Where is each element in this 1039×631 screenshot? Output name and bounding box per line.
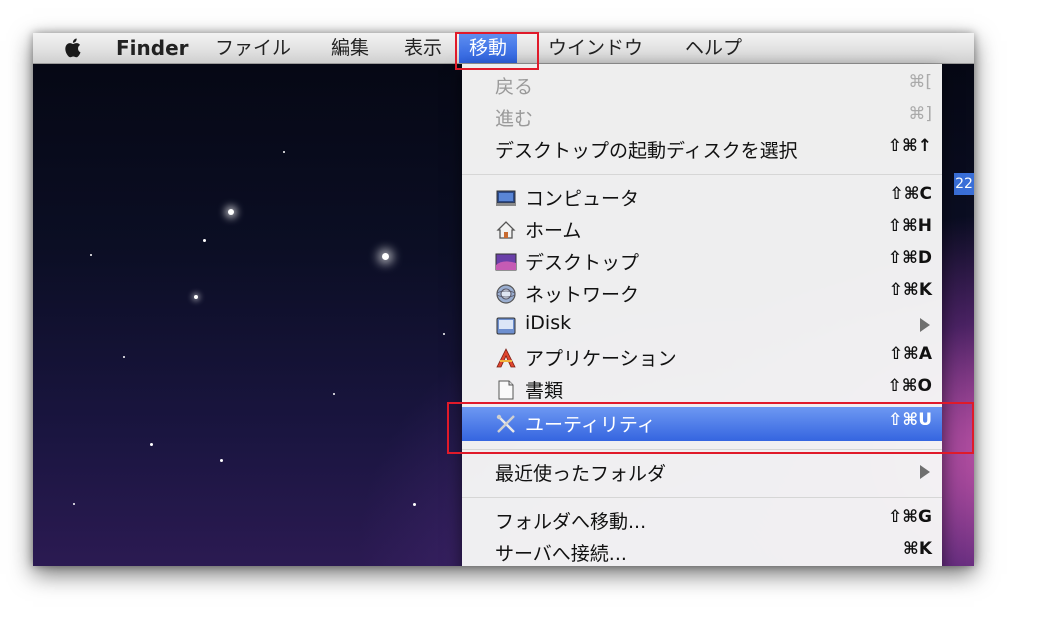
menu-item-label: 戻る [495, 76, 534, 98]
shortcut-label: ⇧⌘O [887, 376, 932, 396]
submenu-arrow-icon [920, 465, 930, 479]
menu-file[interactable]: ファイル [215, 33, 291, 63]
menu-help[interactable]: ヘルプ [685, 33, 742, 63]
menu-item-label: 進む [495, 108, 534, 130]
star [194, 295, 198, 299]
menu-item-home[interactable]: ホーム ⇧⌘H [462, 214, 942, 246]
shortcut-label: ⌘] [908, 104, 932, 124]
menu-separator [462, 174, 942, 175]
desktop-icon [495, 253, 517, 271]
menu-item-label: デスクトップの起動ディスクを選択 [495, 140, 798, 162]
menu-item-label: ネットワーク [525, 284, 640, 306]
shortcut-label: ⇧⌘↑ [887, 136, 932, 156]
star [123, 356, 125, 358]
menu-item-applications[interactable]: アプリケーション ⇧⌘A [462, 342, 942, 374]
star [150, 443, 153, 446]
menu-item-documents[interactable]: 書類 ⇧⌘O [462, 374, 942, 406]
idisk-icon [496, 317, 516, 335]
star [203, 239, 206, 242]
menu-item-label: 最近使ったフォルダ [495, 463, 667, 485]
menu-item-label: アプリケーション [525, 348, 677, 370]
shortcut-label: ⇧⌘A [888, 344, 932, 364]
menu-item-label: フォルダへ移動... [495, 511, 647, 533]
star [443, 333, 445, 335]
applications-icon [496, 348, 516, 368]
menu-item-forward[interactable]: 進む ⌘] [462, 102, 942, 134]
menu-item-select-startup-disk[interactable]: デスクトップの起動ディスクを選択 ⇧⌘↑ [462, 134, 942, 166]
menu-item-utilities[interactable]: ユーティリティ ⇧⌘U [462, 407, 942, 441]
star [228, 209, 234, 215]
menu-item-label: 書類 [525, 380, 564, 402]
menu-item-network[interactable]: ネットワーク ⇧⌘K [462, 278, 942, 310]
menu-item-label: サーバへ接続... [495, 543, 627, 565]
shortcut-label: ⇧⌘K [888, 280, 932, 300]
menu-item-back[interactable]: 戻る ⌘[ [462, 70, 942, 102]
network-icon [496, 284, 516, 304]
shortcut-label: ⌘[ [908, 72, 932, 92]
star [73, 503, 75, 505]
shortcut-label: ⇧⌘G [888, 507, 932, 527]
documents-icon [498, 380, 514, 400]
menu-go[interactable]: 移動 [459, 33, 518, 63]
desktop-badge: 22 [954, 173, 974, 195]
go-menu-dropdown: 戻る ⌘[ 進む ⌘] デスクトップの起動ディスクを選択 ⇧⌘↑ コンピュータ … [462, 64, 942, 566]
menu-item-computer[interactable]: コンピュータ ⇧⌘C [462, 182, 942, 214]
star [90, 254, 92, 256]
star [413, 503, 416, 506]
star [382, 253, 389, 260]
menu-view[interactable]: 表示 [404, 33, 442, 63]
menu-item-go-to-folder[interactable]: フォルダへ移動... ⇧⌘G [462, 505, 942, 537]
submenu-arrow-icon [920, 318, 930, 332]
menu-window[interactable]: ウインドウ [548, 33, 643, 63]
shortcut-label: ⇧⌘C [889, 184, 933, 204]
menu-item-label: コンピュータ [525, 188, 640, 210]
menu-item-label: デスクトップ [525, 252, 640, 274]
star [333, 393, 335, 395]
menu-item-idisk[interactable]: iDisk [462, 310, 942, 342]
menu-finder[interactable]: Finder [116, 33, 189, 63]
menu-edit[interactable]: 編集 [331, 33, 369, 63]
menu-separator [462, 497, 942, 498]
apple-logo-icon[interactable] [63, 37, 85, 59]
home-icon [496, 221, 516, 239]
shortcut-label: ⇧⌘H [887, 216, 932, 236]
menu-item-recent-folders[interactable]: 最近使ったフォルダ [462, 457, 942, 489]
shortcut-label: ⇧⌘D [887, 248, 932, 268]
shortcut-label: ⇧⌘U [888, 410, 932, 430]
menu-item-label: ホーム [525, 220, 582, 242]
menu-item-connect-to-server[interactable]: サーバへ接続... ⌘K [462, 537, 942, 566]
menu-item-label: ユーティリティ [525, 414, 656, 436]
shortcut-label: ⌘K [903, 539, 932, 559]
menu-separator [462, 449, 942, 450]
menu-item-label: iDisk [525, 312, 572, 334]
menu-item-desktop[interactable]: デスクトップ ⇧⌘D [462, 246, 942, 278]
computer-icon [496, 190, 516, 206]
screenshot: 22 Finder ファイル 編集 表示 移動 ウインドウ ヘルプ 戻る ⌘[ … [33, 33, 974, 566]
star [283, 151, 285, 153]
star [220, 459, 223, 462]
utilities-icon [496, 414, 515, 433]
menu-bar: Finder ファイル 編集 表示 移動 ウインドウ ヘルプ [33, 33, 974, 64]
